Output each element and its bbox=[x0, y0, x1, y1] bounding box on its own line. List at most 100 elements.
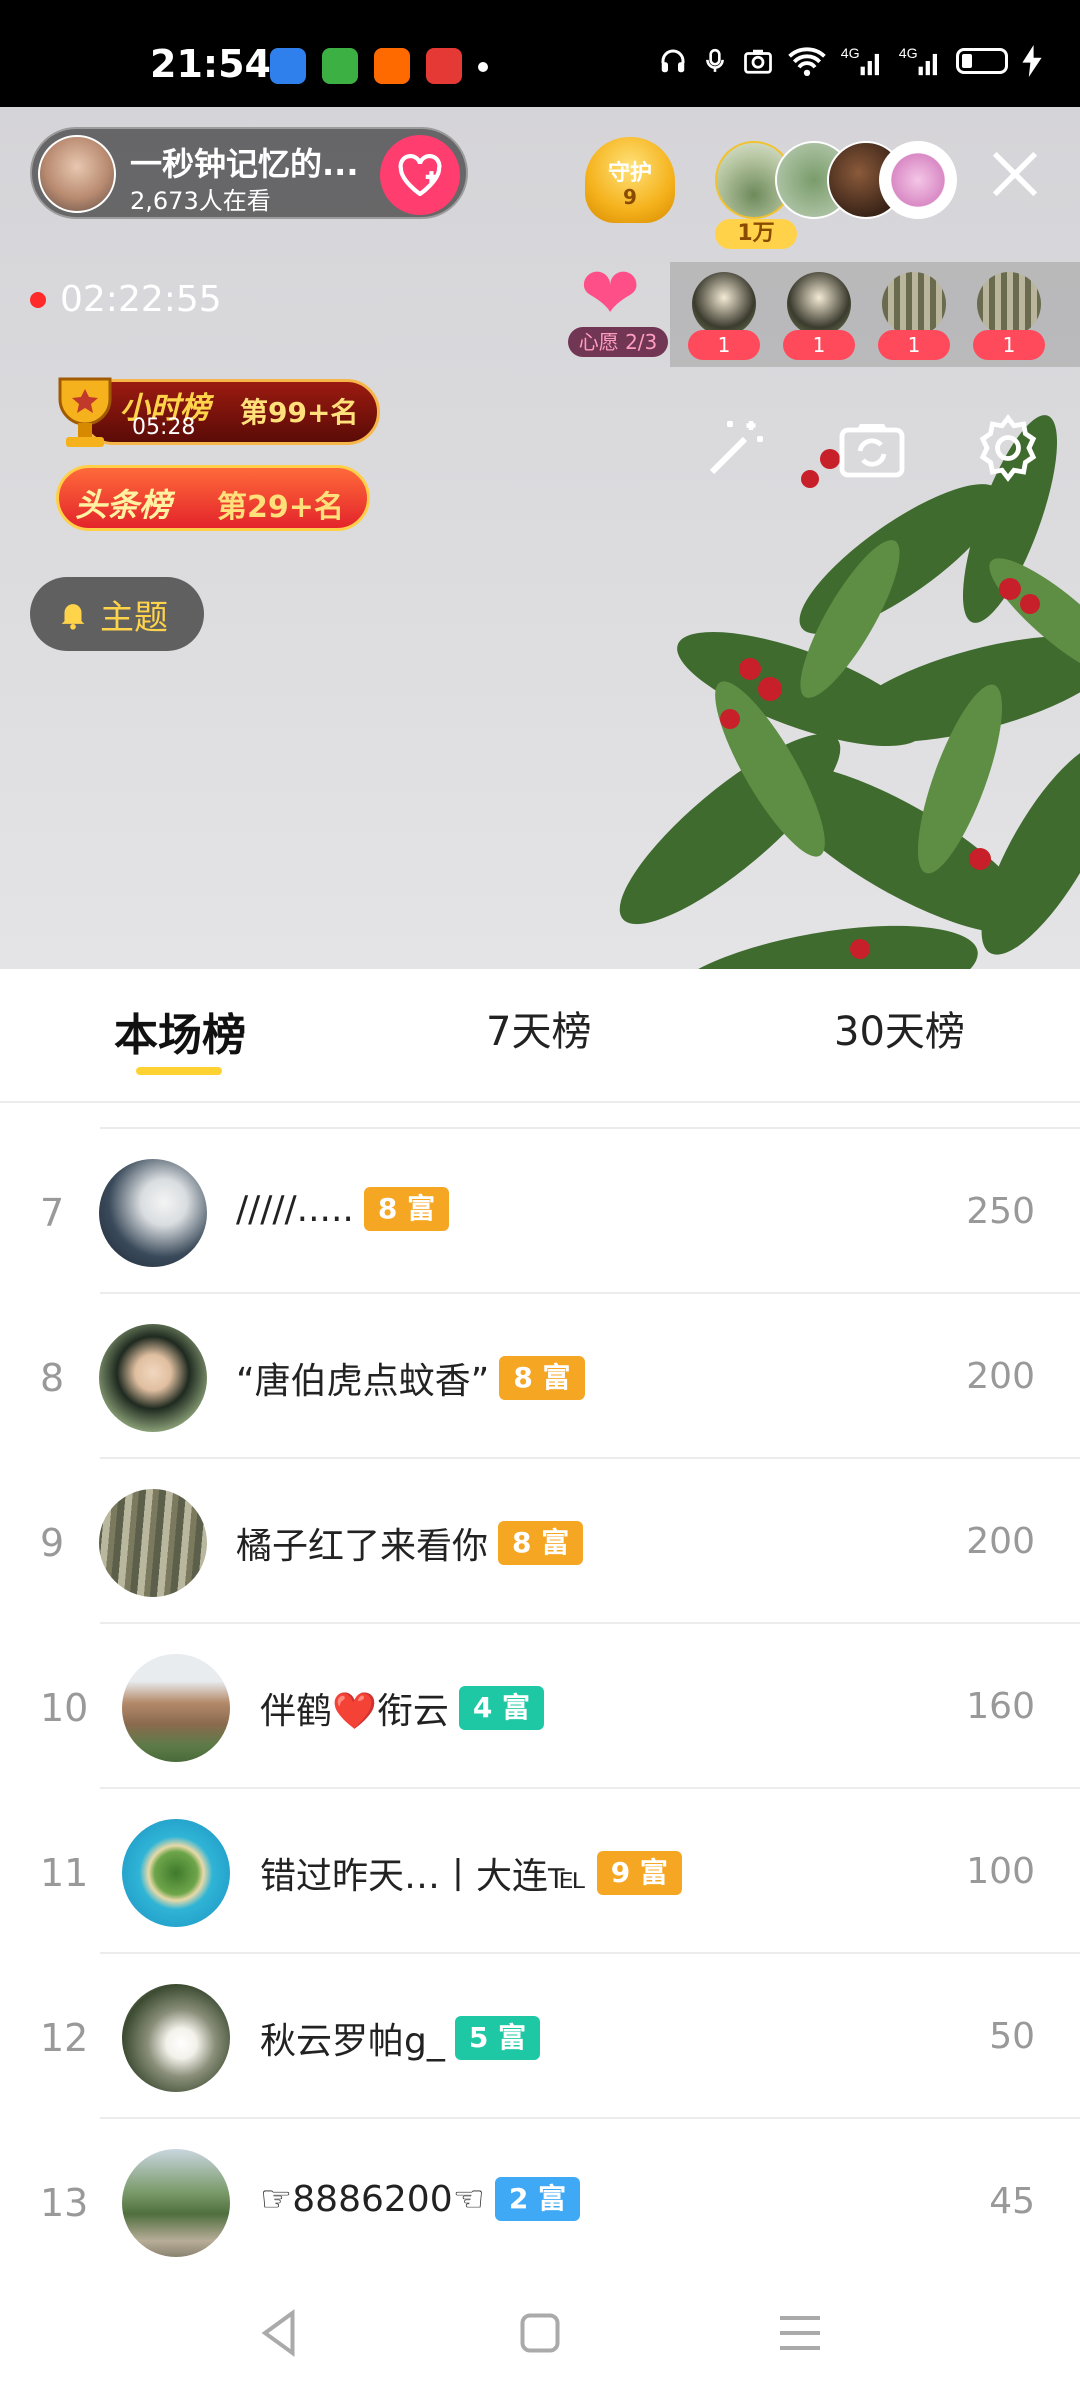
user-avatar[interactable] bbox=[122, 1819, 230, 1927]
back-triangle-icon[interactable] bbox=[250, 2303, 310, 2363]
tab-7-days[interactable]: 7天榜 bbox=[486, 999, 591, 1057]
leaderboard-row[interactable]: 7 /////..... 8 富 250 bbox=[0, 1129, 1080, 1294]
charging-icon bbox=[1022, 45, 1042, 77]
wealth-level-badge: 4 富 bbox=[458, 1686, 545, 1730]
status-time: 21:54 bbox=[150, 42, 271, 86]
viewer-avatar[interactable] bbox=[879, 141, 957, 219]
user-name-row: 橘子红了来看你 8 富 bbox=[236, 1517, 584, 1569]
user-avatar[interactable] bbox=[99, 1489, 207, 1597]
user-name: ☞8886200☜ bbox=[260, 2178, 485, 2220]
gift-viewer-avatar bbox=[692, 272, 756, 336]
user-avatar[interactable] bbox=[122, 2149, 230, 2257]
gift-count: 1 bbox=[878, 330, 950, 360]
market-app-icon bbox=[322, 48, 358, 84]
gift-viewer[interactable]: 1 bbox=[973, 272, 1045, 362]
headphone-icon bbox=[661, 49, 685, 73]
host-name: 一秒钟记忆的... bbox=[130, 145, 359, 183]
gift-viewer-avatar bbox=[787, 272, 851, 336]
gift-count: 1 bbox=[783, 330, 855, 360]
contribution-score: 45 bbox=[989, 2181, 1035, 2222]
heart-icon: ❤ bbox=[580, 251, 641, 335]
leaderboard-row[interactable]: 9 橘子红了来看你 8 富 200 bbox=[0, 1459, 1080, 1624]
contribution-score: 160 bbox=[966, 1686, 1035, 1727]
leaderboard-row[interactable]: 8 “唐伯虎点蚊香” 8 富 200 bbox=[0, 1294, 1080, 1459]
mic-icon bbox=[706, 48, 724, 72]
rank-number: 13 bbox=[40, 2181, 89, 2225]
topic-button[interactable]: 主题 bbox=[30, 577, 204, 651]
live-duration: 02:22:55 bbox=[60, 279, 222, 320]
gift-count: 1 bbox=[688, 330, 760, 360]
4g-signal-icon: 4G bbox=[899, 46, 937, 76]
gift-viewer-avatar bbox=[977, 272, 1041, 336]
status-icons: 4G 4G bbox=[658, 44, 1042, 78]
leaderboard-list[interactable]: 7 /////..... 8 富 250 8 “唐伯虎点蚊香” 8 富 200 … bbox=[0, 1103, 1080, 2263]
viewer-count: 2,673人在看 bbox=[130, 187, 271, 215]
gift-count: 1 bbox=[973, 330, 1045, 360]
guard-label: 守护 bbox=[607, 161, 652, 186]
taobao-app-icon bbox=[374, 48, 410, 84]
host-info-card[interactable]: 一秒钟记忆的... 2,673人在看 bbox=[30, 127, 468, 219]
4g-signal-icon: 4G bbox=[841, 46, 879, 76]
user-name-row: 错过昨天…丨大连℡ 9 富 bbox=[260, 1847, 682, 1899]
flip-camera-icon[interactable] bbox=[836, 412, 908, 484]
leaderboard-row[interactable]: 12 秋云罗帕g_ 5 富 50 bbox=[0, 1954, 1080, 2119]
user-name: “唐伯虎点蚊香” bbox=[236, 1361, 490, 1402]
headline-rank-badge[interactable]: 头条榜 第29+名 bbox=[56, 465, 370, 531]
topic-label: 主题 bbox=[100, 597, 168, 638]
follow-heart-button[interactable] bbox=[380, 135, 460, 215]
rank-number: 8 bbox=[40, 1356, 65, 1400]
leaderboard-row[interactable]: 13 ☞8886200☜ 2 富 45 bbox=[0, 2119, 1080, 2263]
settings-gear-icon[interactable] bbox=[972, 412, 1044, 484]
user-name-row: 伴鹤❤️衔云 4 富 bbox=[260, 1682, 545, 1734]
system-nav-bar bbox=[0, 2263, 1080, 2400]
user-name: 伴鹤❤️衔云 bbox=[260, 1691, 449, 1732]
user-avatar[interactable] bbox=[122, 1984, 230, 2092]
camera-icon bbox=[744, 49, 772, 74]
live-indicator-dot bbox=[30, 291, 46, 308]
tab-this-session[interactable]: 本场榜 bbox=[114, 999, 246, 1063]
rank-tabs: 本场榜 7天榜 30天榜 bbox=[0, 969, 1080, 1103]
rank-number: 7 bbox=[40, 1191, 65, 1235]
user-avatar[interactable] bbox=[99, 1324, 207, 1432]
hourly-rank-badge[interactable]: 小时榜 05:28 第99+名 bbox=[40, 369, 380, 455]
contribution-score: 50 bbox=[989, 2016, 1035, 2057]
rank-number: 10 bbox=[40, 1686, 89, 1730]
gift-viewer-avatar bbox=[882, 272, 946, 336]
user-name: /////..... bbox=[236, 1188, 354, 1230]
browser-app-icon bbox=[270, 48, 306, 84]
user-avatar[interactable] bbox=[122, 1654, 230, 1762]
leaderboard-row[interactable]: 11 错过昨天…丨大连℡ 9 富 100 bbox=[0, 1789, 1080, 1954]
rank-number: 9 bbox=[40, 1521, 65, 1565]
magic-wand-icon[interactable] bbox=[700, 412, 772, 484]
user-name-row: “唐伯虎点蚊香” 8 富 bbox=[236, 1352, 585, 1404]
host-avatar[interactable] bbox=[38, 135, 116, 213]
gift-viewer[interactable]: 1 bbox=[688, 272, 760, 362]
guard-count: 9 bbox=[623, 185, 637, 209]
gift-viewer[interactable]: 1 bbox=[783, 272, 855, 362]
wealth-level-badge: 8 富 bbox=[499, 1356, 585, 1400]
live-video[interactable]: 一秒钟记忆的... 2,673人在看 守护 9 1万 02:22:55 ❤ 心愿… bbox=[0, 107, 1080, 969]
hourly-rank-countdown: 05:28 bbox=[132, 415, 196, 440]
more-notifications-dot bbox=[478, 62, 488, 72]
gift-rank-strip[interactable]: 1 1 1 1 bbox=[670, 262, 1080, 367]
leaderboard-row[interactable]: 10 伴鹤❤️衔云 4 富 160 bbox=[0, 1624, 1080, 1789]
wealth-level-badge: 8 富 bbox=[363, 1187, 450, 1231]
wish-widget[interactable]: ❤ 心愿 2/3 bbox=[568, 257, 668, 357]
tab-30-days[interactable]: 30天榜 bbox=[834, 999, 965, 1057]
menu-lines-icon[interactable] bbox=[770, 2303, 830, 2363]
wealth-level-badge: 2 富 bbox=[494, 2177, 581, 2221]
close-icon[interactable] bbox=[988, 147, 1042, 201]
contribution-score: 200 bbox=[966, 1356, 1035, 1397]
home-square-icon[interactable] bbox=[510, 2303, 570, 2363]
svg-text:4G: 4G bbox=[899, 46, 918, 62]
bell-icon bbox=[61, 604, 85, 630]
gift-viewer[interactable]: 1 bbox=[878, 272, 950, 362]
guard-badge[interactable]: 守护 9 bbox=[585, 137, 675, 223]
user-name-row: /////..... 8 富 bbox=[236, 1187, 450, 1231]
contribution-score: 100 bbox=[966, 1851, 1035, 1892]
top-viewers[interactable]: 1万 bbox=[715, 135, 957, 249]
user-avatar[interactable] bbox=[99, 1159, 207, 1267]
user-name: 秋云罗帕g_ bbox=[260, 2021, 445, 2062]
contribution-score: 200 bbox=[966, 1521, 1035, 1562]
hourly-rank-position: 第99+名 bbox=[240, 396, 359, 429]
